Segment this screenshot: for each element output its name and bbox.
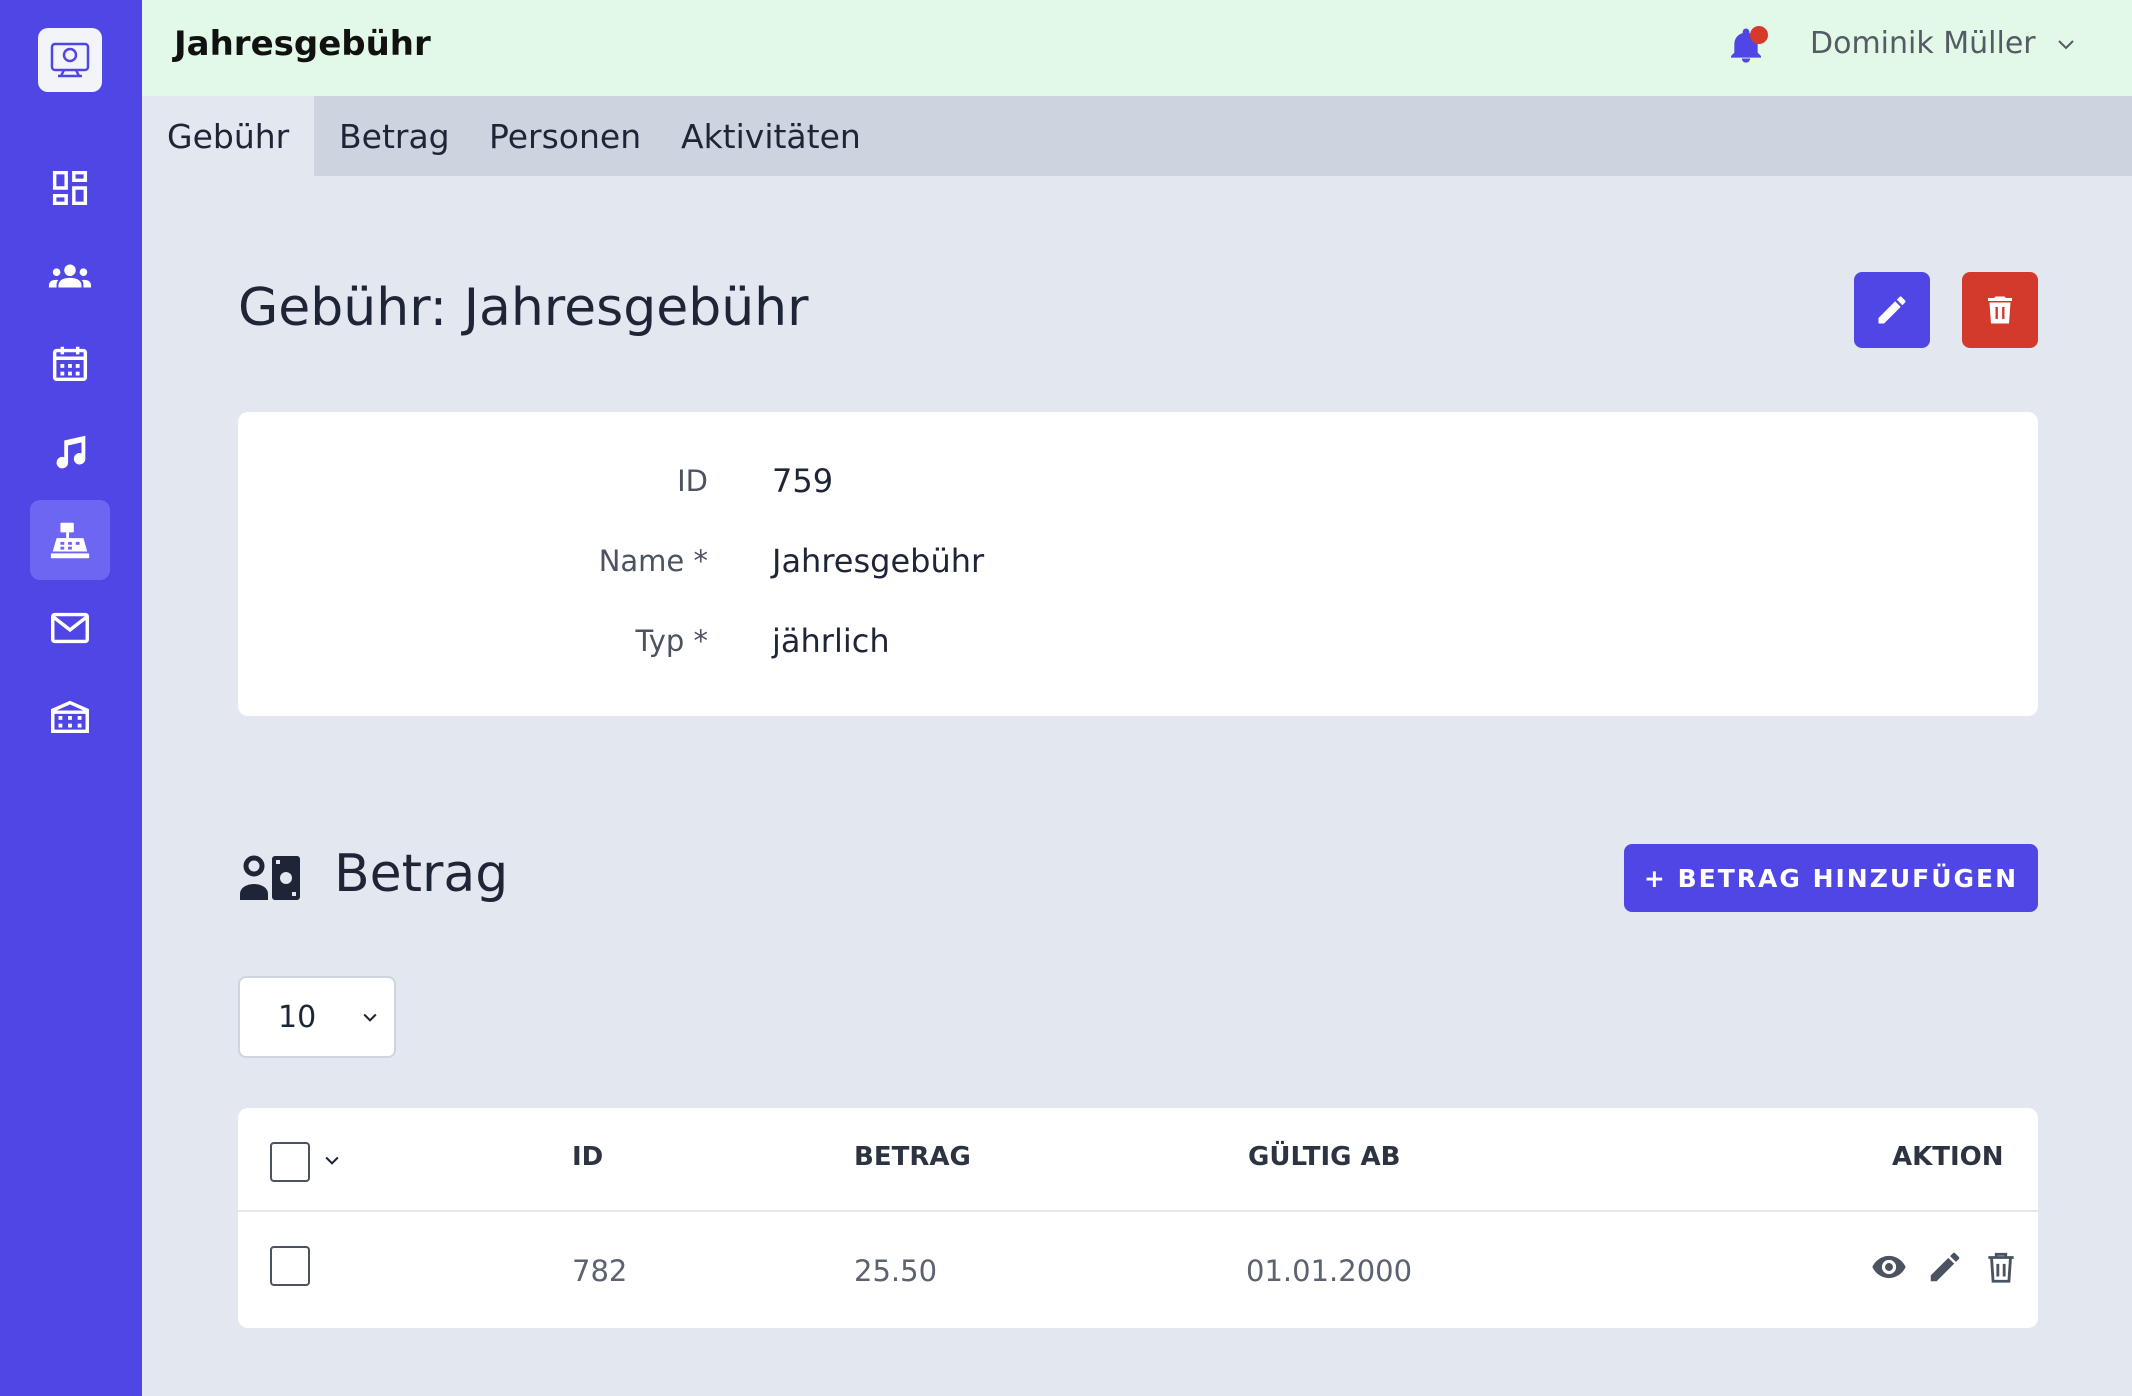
- field-value-name: Jahresgebühr: [772, 542, 985, 580]
- page-size-select[interactable]: 10: [238, 976, 396, 1058]
- field-label-id: ID: [677, 464, 708, 498]
- top-bar: Jahresgebühr Dominik Müller: [142, 0, 2132, 96]
- tab-aktivitaeten[interactable]: Aktivitäten: [656, 96, 886, 176]
- view-button[interactable]: [1868, 1246, 1910, 1288]
- sidebar-item-music[interactable]: [30, 412, 110, 492]
- column-header-gueltig-ab[interactable]: GÜLTIG AB: [1248, 1142, 1400, 1172]
- sidebar-item-mail[interactable]: [30, 588, 110, 668]
- sidebar: [0, 0, 142, 1396]
- field-value-id: 759: [772, 462, 834, 500]
- cell-id: 782: [572, 1254, 628, 1288]
- app-logo[interactable]: [38, 28, 102, 92]
- details-card: ID 759 Name * Jahresgebühr Typ * jährlic…: [238, 412, 2038, 716]
- table-header: ID BETRAG GÜLTIG AB AKTION: [238, 1108, 2038, 1212]
- page-title: Gebühr: Jahresgebühr: [238, 278, 809, 338]
- field-value-typ: jährlich: [772, 622, 890, 660]
- notification-badge: [1750, 26, 1768, 44]
- dashboard-icon: [52, 170, 88, 206]
- eye-icon: [1872, 1255, 1906, 1279]
- chevron-down-icon[interactable]: [322, 1150, 342, 1170]
- delete-button[interactable]: [1962, 272, 2038, 348]
- trash-icon: [1988, 1252, 2014, 1283]
- row-actions: [1868, 1246, 2022, 1288]
- column-header-betrag[interactable]: BETRAG: [854, 1142, 971, 1172]
- section-title-betrag: Betrag: [334, 844, 509, 904]
- pencil-icon: [1930, 1252, 1960, 1282]
- sidebar-item-building[interactable]: [30, 676, 110, 756]
- app-title: Jahresgebühr: [174, 24, 431, 64]
- trash-icon: [1988, 296, 2012, 324]
- sidebar-item-fees[interactable]: [30, 500, 110, 580]
- field-label-name: Name *: [598, 544, 708, 578]
- column-header-id[interactable]: ID: [572, 1142, 603, 1172]
- sidebar-item-people[interactable]: [30, 236, 110, 316]
- calendar-icon: [52, 346, 88, 382]
- sidebar-item-calendar[interactable]: [30, 324, 110, 404]
- cell-gueltig-ab: 01.01.2000: [1246, 1254, 1413, 1288]
- edit-row-button[interactable]: [1924, 1246, 1966, 1288]
- cash-register-icon: [50, 522, 90, 559]
- betrag-table: ID BETRAG GÜLTIG AB AKTION 782 25.50 01.…: [238, 1108, 2038, 1328]
- building-icon: [51, 700, 89, 734]
- music-note-icon: [56, 435, 86, 469]
- select-all-checkbox[interactable]: [270, 1142, 310, 1182]
- person-money-icon: [240, 855, 300, 900]
- user-menu[interactable]: Dominik Müller: [1810, 26, 2078, 61]
- chevron-down-icon: [2057, 39, 2074, 49]
- column-header-aktion: AKTION: [1892, 1142, 2004, 1172]
- sidebar-item-dashboard[interactable]: [30, 148, 110, 228]
- tab-personen[interactable]: Personen: [464, 96, 666, 176]
- pencil-icon: [1878, 296, 1906, 324]
- add-betrag-button[interactable]: + BETRAG HINZUFÜGEN: [1624, 844, 2038, 912]
- row-checkbox[interactable]: [270, 1246, 310, 1286]
- field-label-typ: Typ *: [635, 624, 709, 658]
- cell-betrag: 25.50: [854, 1254, 938, 1288]
- logo-icon: [50, 42, 90, 78]
- delete-row-button[interactable]: [1980, 1246, 2022, 1288]
- chevron-down-icon: [363, 1013, 377, 1022]
- people-icon: [48, 264, 92, 288]
- user-name: Dominik Müller: [1810, 26, 2036, 61]
- page-size-value: 10: [278, 999, 317, 1035]
- tab-betrag[interactable]: Betrag: [314, 96, 475, 176]
- tab-gebuehr[interactable]: Gebühr: [142, 96, 315, 176]
- edit-button[interactable]: [1854, 272, 1930, 348]
- mail-icon: [51, 612, 89, 644]
- tab-bar: Gebühr Betrag Personen Aktivitäten: [142, 96, 2132, 176]
